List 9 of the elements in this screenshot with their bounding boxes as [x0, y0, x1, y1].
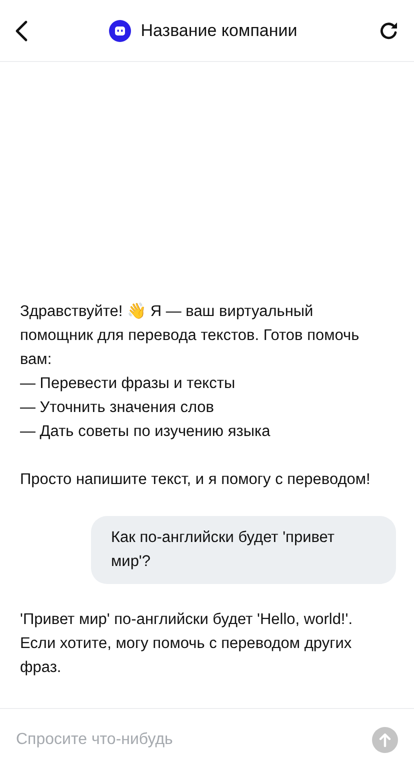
message-input-field[interactable]: Спросите что-нибудь	[16, 730, 362, 748]
bot-message: 'Привет мир' по-английски будет 'Hello, world!'. Если хотите, могу помочь с переводом других фраз.	[20, 610, 354, 678]
user-message-bubble: Как по-английски будет 'привет мир'?	[91, 516, 396, 584]
bot-message: Здравствуйте! 👋 Я — ваш виртуальный помощник для перевода текстов. Готов помочь вам: — Перевести фразы и тексты — Уточнить значения слов — Дать советы по изучению языка Просто напишите текст, и я помогу с переводом!	[20, 302, 372, 490]
back-chevron-icon	[14, 20, 28, 42]
robot-logo-icon	[108, 20, 131, 42]
chat-title: Название компании	[140, 20, 298, 40]
refresh-icon	[378, 20, 400, 42]
up-arrow-icon	[379, 732, 391, 746]
